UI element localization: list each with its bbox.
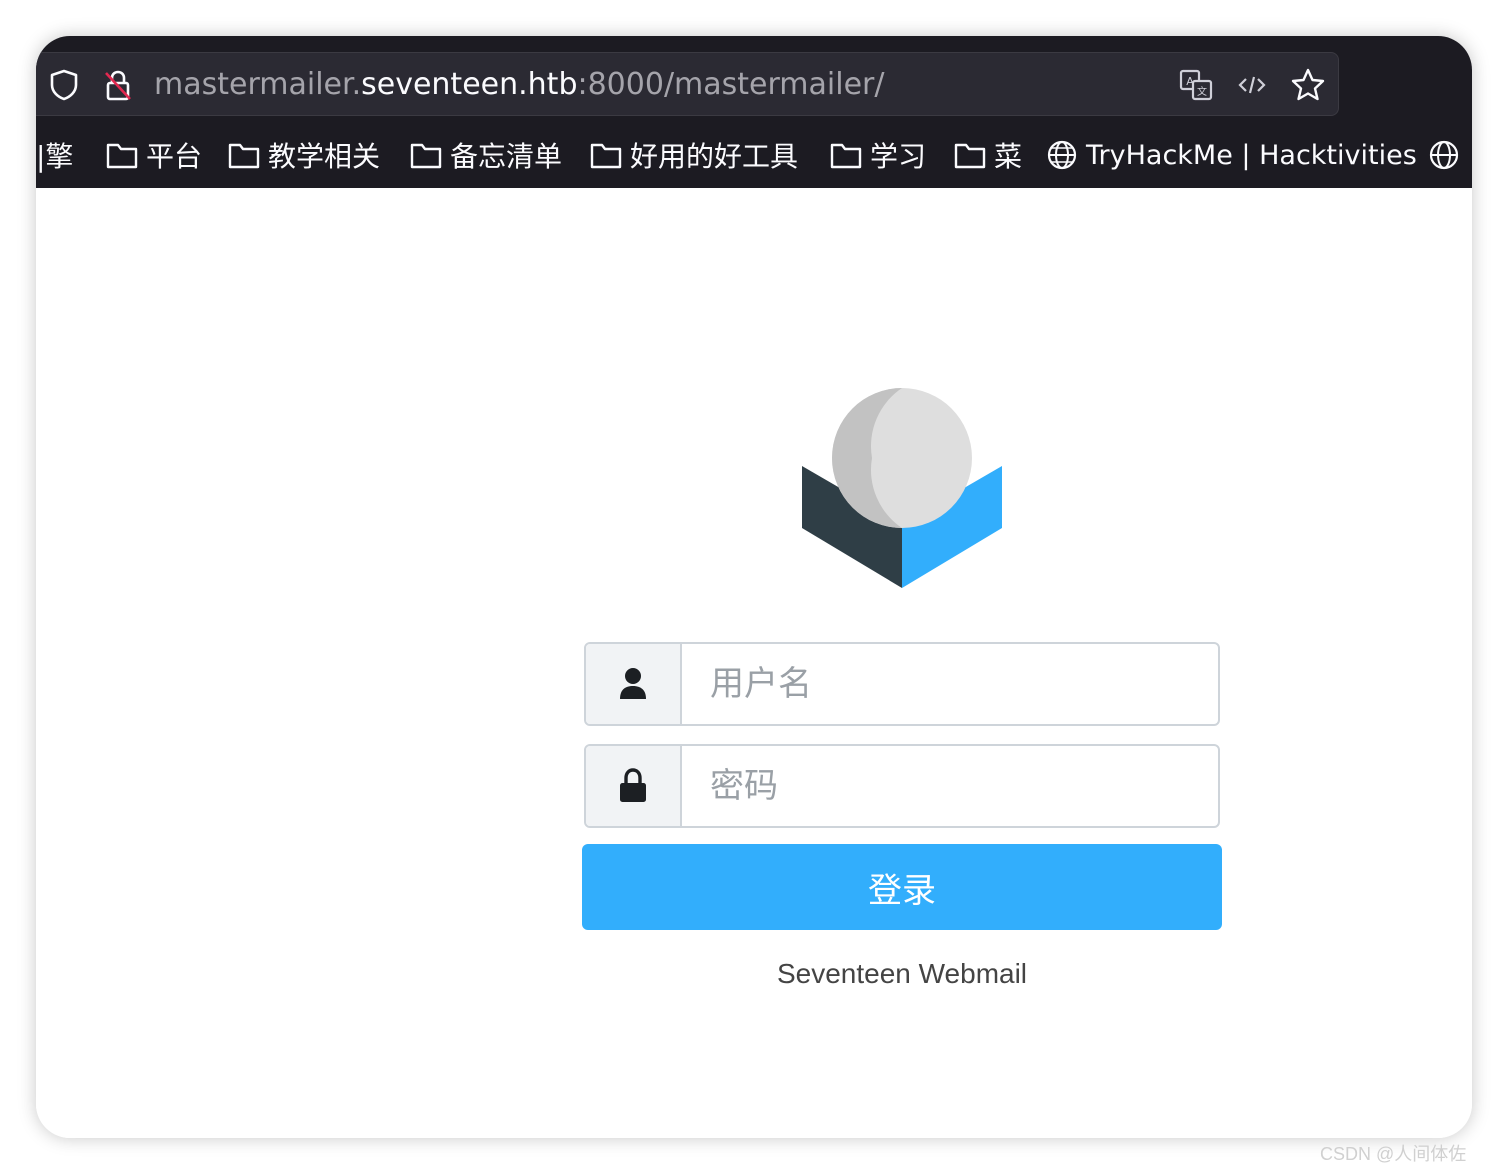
url-subdomain: mastermailer. bbox=[154, 67, 362, 102]
lock-icon bbox=[586, 746, 682, 826]
webmail-login-page: 登录 Seventeen Webmail bbox=[36, 188, 1472, 1138]
bookmark-label: 菜 bbox=[994, 140, 1023, 173]
browser-window: mastermailer.seventeen.htb:8000/masterma… bbox=[36, 36, 1472, 1138]
bookmark-item[interactable]: |擎 bbox=[36, 130, 73, 180]
login-button[interactable]: 登录 bbox=[582, 844, 1222, 930]
lock-slash-icon[interactable] bbox=[100, 67, 136, 103]
globe-icon bbox=[1429, 140, 1459, 170]
star-icon[interactable] bbox=[1290, 67, 1326, 103]
bookmark-folder[interactable]: 平台 bbox=[106, 130, 202, 180]
shield-icon[interactable] bbox=[46, 67, 82, 103]
bookmark-label: 备忘清单 bbox=[450, 140, 563, 173]
url-domain: seventeen.htb bbox=[361, 67, 578, 102]
bookmarks-toolbar: |擎 平台 教学相关 备忘清单 好用的好工具 学习 菜 TryHackMe | … bbox=[36, 130, 1472, 180]
svg-text:文: 文 bbox=[1197, 85, 1207, 98]
password-input[interactable] bbox=[682, 746, 1218, 826]
bookmark-label: |擎 bbox=[36, 140, 74, 173]
folder-icon bbox=[228, 143, 260, 169]
address-bar[interactable]: mastermailer.seventeen.htb:8000/masterma… bbox=[36, 52, 1339, 116]
browser-toolbar: mastermailer.seventeen.htb:8000/masterma… bbox=[36, 36, 1472, 189]
bookmark-folder[interactable]: 好用的好工具 bbox=[590, 130, 798, 180]
globe-icon bbox=[1047, 140, 1077, 170]
bookmark-link[interactable] bbox=[1428, 130, 1468, 180]
username-field bbox=[584, 642, 1220, 726]
folder-icon bbox=[590, 143, 622, 169]
bookmark-folder[interactable]: 菜 bbox=[954, 130, 1022, 180]
product-name: Seventeen Webmail bbox=[776, 958, 1028, 989]
bookmark-folder[interactable]: 备忘清单 bbox=[410, 130, 562, 180]
folder-icon bbox=[830, 143, 862, 169]
folder-icon bbox=[106, 143, 138, 169]
bookmark-folder[interactable]: 教学相关 bbox=[228, 130, 380, 180]
url-path: :8000/mastermailer/ bbox=[577, 67, 885, 102]
url-text[interactable]: mastermailer.seventeen.htb:8000/masterma… bbox=[154, 65, 885, 105]
bookmark-label: 平台 bbox=[146, 140, 203, 173]
folder-icon bbox=[954, 143, 986, 169]
bookmark-label: 学习 bbox=[870, 140, 927, 173]
password-field bbox=[584, 744, 1220, 828]
roundcube-logo bbox=[802, 388, 1002, 588]
watermark: CSDN @人间体佐 bbox=[1320, 1144, 1467, 1164]
folder-icon bbox=[410, 143, 442, 169]
bookmark-folder[interactable]: 学习 bbox=[830, 130, 926, 180]
code-icon[interactable] bbox=[1234, 67, 1270, 103]
bookmark-label: 教学相关 bbox=[268, 140, 381, 173]
username-input[interactable] bbox=[682, 644, 1218, 724]
bookmark-label: TryHackMe | Hacktivities bbox=[1086, 139, 1417, 171]
translate-icon[interactable]: A 文 bbox=[1178, 67, 1214, 103]
user-icon bbox=[586, 644, 682, 724]
svg-text:A: A bbox=[1186, 75, 1194, 88]
bookmark-label: 好用的好工具 bbox=[630, 140, 799, 173]
bookmark-link[interactable]: TryHackMe | Hacktivities bbox=[1046, 130, 1417, 180]
